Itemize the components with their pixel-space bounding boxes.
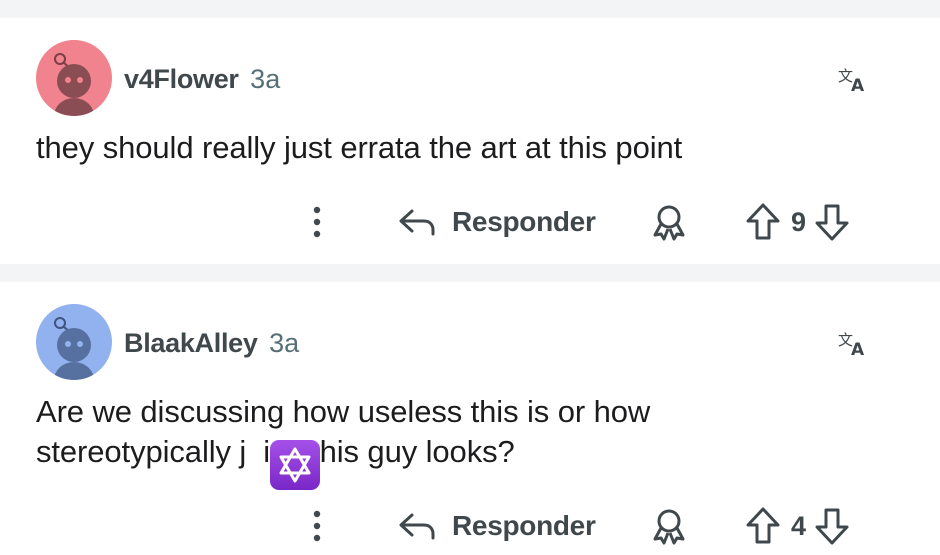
reply-arrow-icon	[399, 513, 435, 540]
comment-actions: Responder 9	[0, 197, 940, 247]
comment-actions: Responder 4	[0, 501, 940, 551]
username[interactable]: BlaakAlley	[124, 328, 258, 358]
comment-item: BlaakAlley 3a 文 A Are we discussing how …	[0, 282, 940, 555]
comment-body: they should really just errata the art a…	[36, 128, 896, 168]
comment-item: v4Flower 3a 文 A they should really just …	[0, 18, 940, 264]
star-of-david-emoji	[270, 440, 320, 490]
snoo-avatar-icon	[36, 40, 112, 116]
comment-text-line: stereotypically j ish this guy looks?	[36, 434, 515, 469]
translate-icon[interactable]: 文 A	[838, 328, 870, 358]
comment-body: Are we discussing how useless this is or…	[36, 392, 896, 472]
comment-separator	[0, 264, 940, 282]
more-vertical-icon	[313, 206, 321, 238]
award-button[interactable]	[648, 501, 690, 551]
vote-control: 4	[745, 501, 850, 551]
downvote-arrow-icon[interactable]	[814, 506, 850, 546]
vote-control: 9	[745, 197, 850, 247]
comment-age: 3a	[250, 64, 281, 94]
svg-text:A: A	[851, 76, 865, 94]
more-options-button[interactable]	[300, 197, 334, 247]
comment-text-line: Are we discussing how useless this is or…	[36, 394, 651, 429]
reply-label: Responder	[452, 510, 596, 541]
upvote-arrow-icon[interactable]	[745, 202, 781, 242]
avatar[interactable]	[36, 40, 112, 116]
snoo-avatar-icon	[36, 304, 112, 380]
reply-button[interactable]: Responder	[398, 501, 596, 551]
comment-meta: BlaakAlley 3a	[124, 328, 299, 358]
comment-text: they should really just errata the art a…	[36, 130, 683, 165]
award-button[interactable]	[648, 197, 690, 247]
comment-meta: v4Flower 3a	[124, 64, 280, 94]
downvote-arrow-icon[interactable]	[814, 202, 850, 242]
username[interactable]: v4Flower	[124, 64, 239, 94]
award-icon	[653, 205, 685, 241]
award-icon	[653, 509, 685, 545]
translate-icon[interactable]: 文 A	[838, 64, 870, 94]
avatar[interactable]	[36, 304, 112, 380]
reply-arrow-icon	[399, 209, 435, 236]
svg-text:A: A	[851, 340, 865, 358]
more-options-button[interactable]	[300, 501, 334, 551]
vote-count: 4	[791, 510, 807, 541]
more-vertical-icon	[313, 510, 321, 542]
upvote-arrow-icon[interactable]	[745, 506, 781, 546]
reply-label: Responder	[452, 206, 596, 237]
comment-age: 3a	[269, 328, 300, 358]
top-separator	[0, 0, 940, 18]
reply-button[interactable]: Responder	[398, 197, 596, 247]
vote-count: 9	[791, 206, 807, 237]
